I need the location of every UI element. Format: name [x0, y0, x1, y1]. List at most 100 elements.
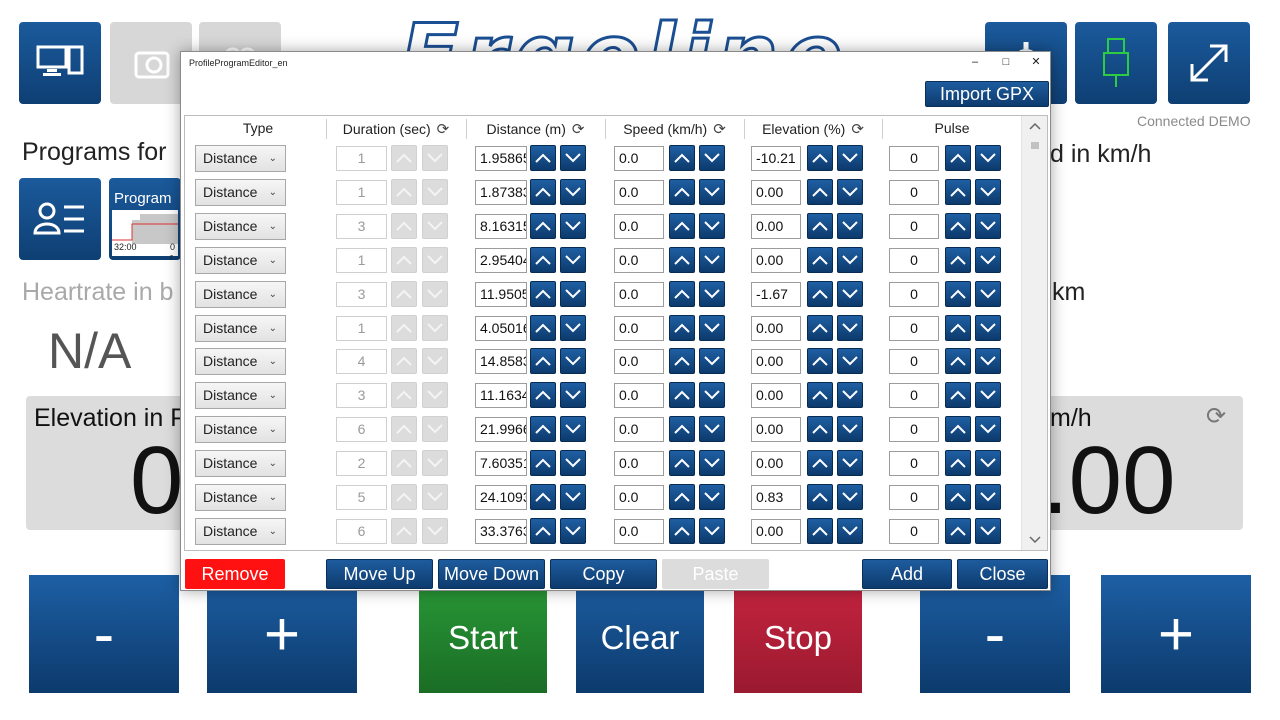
pulse-field[interactable]: 0 [889, 281, 939, 307]
distance-decrement-button[interactable] [560, 416, 586, 443]
speed-field[interactable]: 0.0 [614, 417, 664, 443]
distance-increment-button[interactable] [530, 314, 556, 341]
elevation-increment-button[interactable] [807, 382, 833, 409]
maximize-icon[interactable]: □ [998, 55, 1014, 69]
elevation-decrement-button[interactable] [837, 382, 863, 409]
duration-increment-button[interactable] [391, 212, 417, 239]
speed-field[interactable]: 0.0 [614, 315, 664, 341]
remove-button[interactable]: Remove [185, 559, 285, 589]
pulse-decrement-button[interactable] [975, 348, 1001, 375]
duration-field[interactable]: 1 [336, 146, 387, 171]
pulse-increment-button[interactable] [945, 348, 971, 375]
elevation-increment-button[interactable] [807, 416, 833, 443]
dialog-titlebar[interactable]: ProfileProgramEditor_en – □ ✕ [181, 52, 1050, 74]
distance-increment-button[interactable] [530, 280, 556, 307]
distance-field[interactable]: 11.1634 [475, 383, 527, 409]
duration-increment-button[interactable] [391, 145, 417, 171]
pulse-field[interactable]: 0 [889, 451, 939, 477]
scrollbar-thumb[interactable] [1031, 142, 1039, 149]
elevation-increment-button[interactable] [807, 145, 833, 171]
elevation-decrement-button[interactable] [837, 450, 863, 477]
duration-increment-button[interactable] [391, 178, 417, 205]
pulse-decrement-button[interactable] [975, 314, 1001, 341]
pulse-field[interactable]: 0 [889, 315, 939, 341]
speed-increment-button[interactable] [669, 382, 695, 409]
elevation-increment-button[interactable] [807, 314, 833, 341]
speed-field[interactable]: 0.0 [614, 485, 664, 510]
speed-decrement-button[interactable] [699, 484, 725, 510]
distance-decrement-button[interactable] [560, 178, 586, 205]
elevation-field[interactable]: 0.00 [751, 247, 801, 273]
duration-decrement-button[interactable] [422, 517, 448, 544]
pulse-decrement-button[interactable] [975, 484, 1001, 510]
pulse-field[interactable]: 0 [889, 383, 939, 409]
duration-decrement-button[interactable] [422, 382, 448, 409]
elevation-field[interactable]: 0.00 [751, 518, 801, 544]
type-select[interactable]: Distance ⌄ [195, 314, 286, 342]
paste-button[interactable]: Paste [662, 559, 769, 589]
pulse-increment-button[interactable] [945, 450, 971, 477]
pulse-decrement-button[interactable] [975, 246, 1001, 273]
left-minus-button[interactable]: - [29, 575, 179, 693]
start-button[interactable]: Start [419, 575, 547, 693]
distance-decrement-button[interactable] [560, 484, 586, 510]
distance-increment-button[interactable] [530, 416, 556, 443]
elevation-refresh-icon[interactable]: ⟳ [851, 121, 864, 138]
speed-increment-button[interactable] [669, 450, 695, 477]
distance-field[interactable]: 2.95404 [475, 247, 527, 273]
pulse-field[interactable]: 0 [889, 179, 939, 205]
stop-button[interactable]: Stop [734, 575, 862, 693]
copy-button[interactable]: Copy [550, 559, 657, 589]
speed-field[interactable]: 0.0 [614, 247, 664, 273]
duration-field[interactable]: 6 [336, 518, 387, 544]
distance-increment-button[interactable] [530, 212, 556, 239]
distance-decrement-button[interactable] [560, 145, 586, 171]
refresh-icon[interactable]: ⟳ [1206, 402, 1226, 431]
speed-field[interactable]: 0.0 [614, 146, 664, 171]
elevation-field[interactable]: 0.00 [751, 315, 801, 341]
type-select[interactable]: Distance ⌄ [195, 517, 286, 545]
elevation-decrement-button[interactable] [837, 314, 863, 341]
left-plus-button[interactable]: + [207, 575, 357, 693]
speed-increment-button[interactable] [669, 348, 695, 375]
distance-field[interactable]: 1.95865 [475, 146, 527, 171]
close-button[interactable]: Close [957, 559, 1048, 589]
distance-decrement-button[interactable] [560, 517, 586, 544]
duration-increment-button[interactable] [391, 450, 417, 477]
duration-refresh-icon[interactable]: ⟳ [437, 121, 450, 138]
pulse-field[interactable]: 0 [889, 485, 939, 510]
grid-scrollbar[interactable] [1021, 116, 1047, 550]
speed-increment-button[interactable] [669, 484, 695, 510]
duration-field[interactable]: 1 [336, 179, 387, 205]
duration-increment-button[interactable] [391, 246, 417, 273]
distance-increment-button[interactable] [530, 246, 556, 273]
duration-decrement-button[interactable] [422, 348, 448, 375]
pulse-increment-button[interactable] [945, 382, 971, 409]
clear-button[interactable]: Clear [576, 575, 704, 693]
speed-increment-button[interactable] [669, 145, 695, 171]
duration-field[interactable]: 2 [336, 451, 387, 477]
duration-field[interactable]: 3 [336, 383, 387, 409]
speed-field[interactable]: 0.0 [614, 213, 664, 239]
duration-field[interactable]: 1 [336, 315, 387, 341]
elevation-decrement-button[interactable] [837, 145, 863, 171]
scroll-down-icon[interactable] [1029, 536, 1041, 544]
pulse-increment-button[interactable] [945, 314, 971, 341]
pulse-increment-button[interactable] [945, 484, 971, 510]
duration-increment-button[interactable] [391, 314, 417, 341]
pulse-decrement-button[interactable] [975, 450, 1001, 477]
elevation-field[interactable]: 0.00 [751, 213, 801, 239]
speed-increment-button[interactable] [669, 314, 695, 341]
close-icon[interactable]: ✕ [1028, 55, 1044, 69]
duration-field[interactable]: 6 [336, 417, 387, 443]
speed-decrement-button[interactable] [699, 314, 725, 341]
distance-increment-button[interactable] [530, 484, 556, 510]
elevation-field[interactable]: 0.00 [751, 349, 801, 375]
fullscreen-button[interactable] [1168, 22, 1250, 104]
speed-increment-button[interactable] [669, 246, 695, 273]
distance-decrement-button[interactable] [560, 348, 586, 375]
elevation-increment-button[interactable] [807, 212, 833, 239]
distance-increment-button[interactable] [530, 178, 556, 205]
speed-decrement-button[interactable] [699, 178, 725, 205]
speed-field[interactable]: 0.0 [614, 383, 664, 409]
